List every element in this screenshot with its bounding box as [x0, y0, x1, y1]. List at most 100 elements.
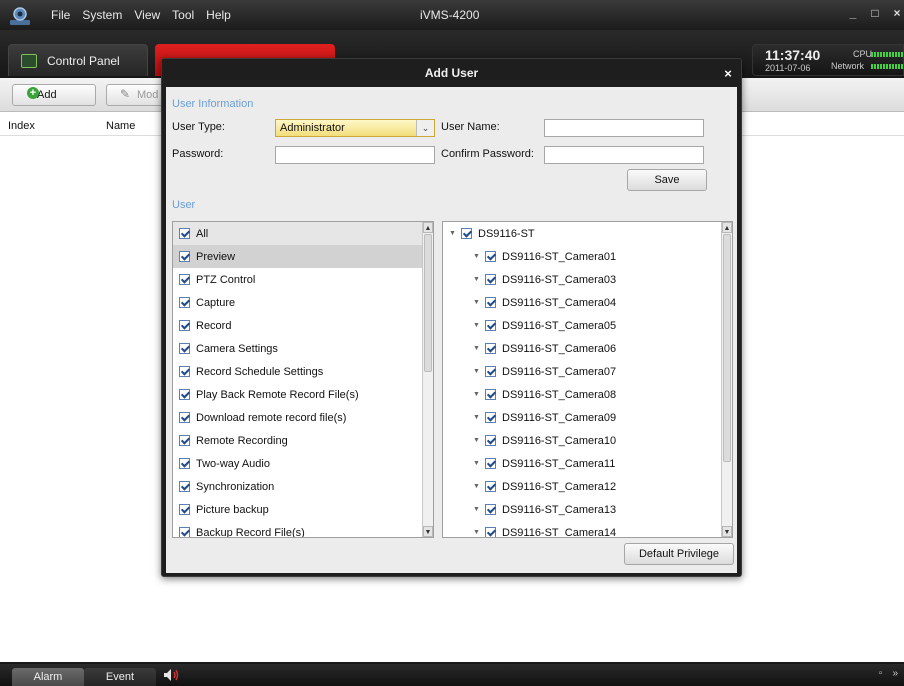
camera-checkbox[interactable] — [485, 458, 496, 469]
triangle-down-icon[interactable]: ▼ — [473, 322, 481, 329]
save-button[interactable]: Save — [627, 169, 707, 191]
camera-row[interactable]: ▼ DS9116-ST_Camera06 — [443, 337, 723, 360]
permission-checkbox[interactable] — [179, 389, 190, 400]
permission-checkbox[interactable] — [179, 435, 190, 446]
camera-checkbox[interactable] — [485, 504, 496, 515]
camera-checkbox[interactable] — [485, 527, 496, 537]
permission-checkbox[interactable] — [179, 481, 190, 492]
camera-row[interactable]: ▼ DS9116-ST_Camera01 — [443, 245, 723, 268]
permission-checkbox[interactable] — [179, 251, 190, 262]
triangle-down-icon[interactable]: ▼ — [473, 276, 481, 283]
triangle-down-icon[interactable]: ▼ — [473, 391, 481, 398]
permission-checkbox[interactable] — [179, 343, 190, 354]
camera-checkbox[interactable] — [485, 251, 496, 262]
camera-row[interactable]: ▼ DS9116-ST_Camera11 — [443, 452, 723, 475]
scroll-down-icon[interactable]: ▼ — [722, 526, 732, 537]
permission-checkbox[interactable] — [179, 527, 190, 537]
scroll-up-icon[interactable]: ▲ — [423, 222, 433, 233]
user-type-select[interactable]: Administrator ⌄ — [275, 119, 435, 137]
column-index[interactable]: Index — [8, 120, 35, 132]
permission-row[interactable]: Remote Recording — [173, 429, 424, 452]
tab-event[interactable]: Event — [84, 668, 156, 686]
triangle-down-icon[interactable]: ▼ — [473, 460, 481, 467]
menu-item-system[interactable]: System — [76, 8, 128, 22]
camera-checkbox[interactable] — [485, 366, 496, 377]
permission-row[interactable]: Record Schedule Settings — [173, 360, 424, 383]
camera-checkbox[interactable] — [485, 343, 496, 354]
permission-row[interactable]: Play Back Remote Record File(s) — [173, 383, 424, 406]
collapse-icon[interactable]: » — [892, 668, 898, 679]
triangle-down-icon[interactable]: ▼ — [473, 253, 481, 260]
triangle-down-icon[interactable]: ▼ — [449, 230, 457, 237]
permission-row[interactable]: Synchronization — [173, 475, 424, 498]
default-privilege-button[interactable]: Default Privilege — [624, 543, 734, 565]
scroll-down-icon[interactable]: ▼ — [423, 526, 433, 537]
device-root-row[interactable]: ▼ DS9116-ST — [443, 222, 723, 245]
triangle-down-icon[interactable]: ▼ — [473, 345, 481, 352]
permission-row[interactable]: PTZ Control — [173, 268, 424, 291]
permission-checkbox[interactable] — [179, 366, 190, 377]
menu-item-view[interactable]: View — [128, 8, 166, 22]
confirm-password-field[interactable] — [544, 146, 704, 164]
scroll-up-icon[interactable]: ▲ — [722, 222, 732, 233]
camera-row[interactable]: ▼ DS9116-ST_Camera10 — [443, 429, 723, 452]
camera-row[interactable]: ▼ DS9116-ST_Camera12 — [443, 475, 723, 498]
triangle-down-icon[interactable]: ▼ — [473, 483, 481, 490]
scroll-thumb[interactable] — [723, 234, 731, 462]
camera-row[interactable]: ▼ DS9116-ST_Camera05 — [443, 314, 723, 337]
permission-row[interactable]: Camera Settings — [173, 337, 424, 360]
menu-item-help[interactable]: Help — [200, 8, 237, 22]
camera-row[interactable]: ▼ DS9116-ST_Camera08 — [443, 383, 723, 406]
permission-checkbox[interactable] — [179, 320, 190, 331]
permission-checkbox[interactable] — [179, 458, 190, 469]
column-name[interactable]: Name — [106, 120, 135, 132]
menu-item-tool[interactable]: Tool — [166, 8, 200, 22]
camera-row[interactable]: ▼ DS9116-ST_Camera07 — [443, 360, 723, 383]
triangle-down-icon[interactable]: ▼ — [473, 299, 481, 306]
maximize-button[interactable]: □ — [868, 6, 882, 20]
permission-row[interactable]: Two-way Audio — [173, 452, 424, 475]
permissions-scrollbar[interactable]: ▲ ▼ — [422, 222, 433, 537]
camera-checkbox[interactable] — [485, 297, 496, 308]
camera-checkbox[interactable] — [485, 389, 496, 400]
camera-row[interactable]: ▼ DS9116-ST_Camera13 — [443, 498, 723, 521]
triangle-down-icon[interactable]: ▼ — [473, 529, 481, 536]
permission-row[interactable]: Backup Record File(s) — [173, 521, 424, 537]
device-tree-scrollbar[interactable]: ▲ ▼ — [721, 222, 732, 537]
camera-checkbox[interactable] — [485, 481, 496, 492]
permission-row[interactable]: Preview — [173, 245, 424, 268]
permission-checkbox[interactable] — [179, 504, 190, 515]
camera-row[interactable]: ▼ DS9116-ST_Camera03 — [443, 268, 723, 291]
minimize-button[interactable]: _ — [846, 6, 860, 20]
camera-row[interactable]: ▼ DS9116-ST_Camera14 — [443, 521, 723, 537]
triangle-down-icon[interactable]: ▼ — [473, 414, 481, 421]
permission-checkbox[interactable] — [179, 274, 190, 285]
password-field[interactable] — [275, 146, 435, 164]
permission-checkbox[interactable] — [179, 412, 190, 423]
camera-checkbox[interactable] — [485, 274, 496, 285]
camera-row[interactable]: ▼ DS9116-ST_Camera04 — [443, 291, 723, 314]
close-icon[interactable]: × — [721, 67, 735, 81]
permission-row[interactable]: Picture backup — [173, 498, 424, 521]
restore-panel-icon[interactable]: ▫ — [879, 668, 883, 679]
permission-checkbox[interactable] — [179, 297, 190, 308]
permission-all-row[interactable]: All — [173, 222, 424, 245]
tab-alarm[interactable]: Alarm — [12, 668, 84, 686]
menu-item-file[interactable]: File — [45, 8, 76, 22]
camera-checkbox[interactable] — [485, 412, 496, 423]
checkbox-all[interactable] — [179, 228, 190, 239]
add-user-button[interactable]: Add — [12, 84, 96, 106]
camera-row[interactable]: ▼ DS9116-ST_Camera09 — [443, 406, 723, 429]
triangle-down-icon[interactable]: ▼ — [473, 437, 481, 444]
speaker-icon[interactable] — [163, 668, 181, 682]
camera-checkbox[interactable] — [485, 435, 496, 446]
tab-control-panel[interactable]: Control Panel — [8, 44, 148, 76]
permission-row[interactable]: Record — [173, 314, 424, 337]
scroll-thumb[interactable] — [424, 234, 432, 372]
triangle-down-icon[interactable]: ▼ — [473, 368, 481, 375]
permission-row[interactable]: Download remote record file(s) — [173, 406, 424, 429]
triangle-down-icon[interactable]: ▼ — [473, 506, 481, 513]
user-name-field[interactable] — [544, 119, 704, 137]
checkbox-device-root[interactable] — [461, 228, 472, 239]
close-window-button[interactable]: × — [890, 6, 904, 20]
